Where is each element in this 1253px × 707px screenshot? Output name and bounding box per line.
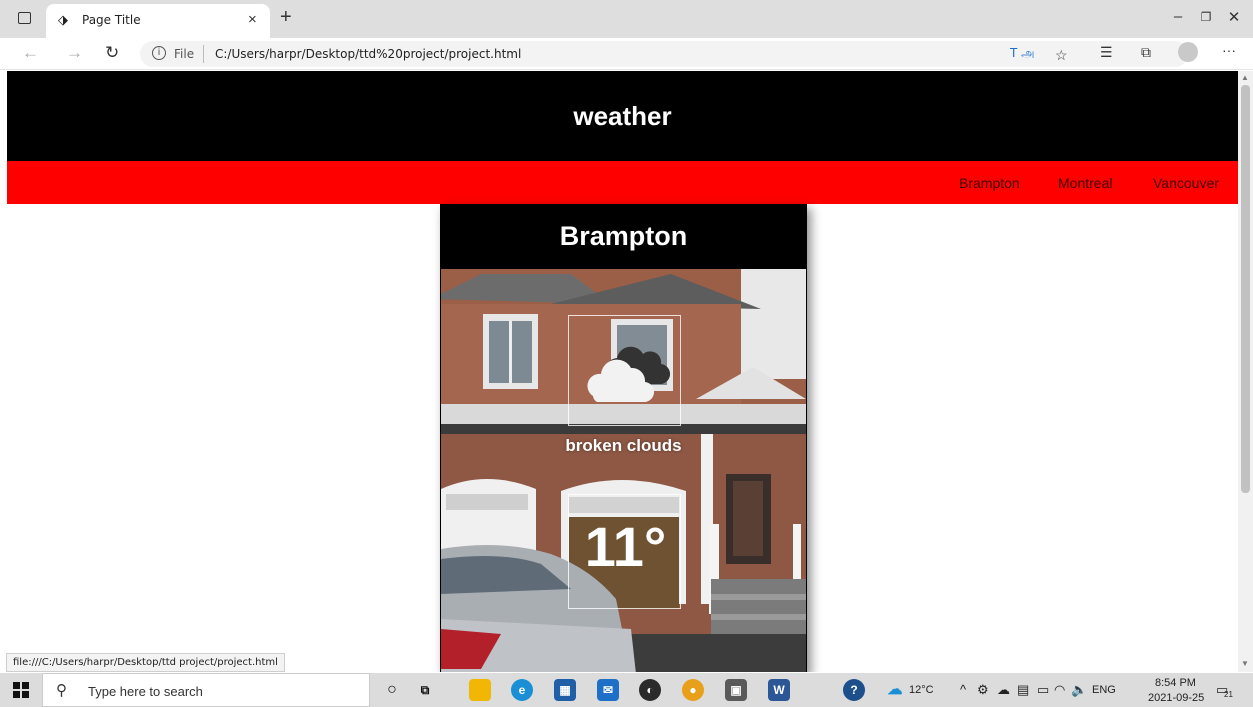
weather-description: broken clouds <box>565 436 682 455</box>
tab-title: Page Title <box>82 13 141 27</box>
nav-link-brampton[interactable]: Brampton <box>959 175 1020 191</box>
weather-card: Brampton broken clouds 11° <box>440 204 807 672</box>
battery-icon[interactable]: ▭ <box>1037 682 1049 698</box>
add-favorite-icon[interactable]: ☆ <box>1055 47 1068 64</box>
tray-app-icon[interactable]: ⚙ <box>977 682 989 698</box>
page-favicon-icon: ⬗ <box>58 12 68 27</box>
favorites-icon[interactable]: ☰ <box>1100 44 1113 61</box>
tab-actions-icon[interactable] <box>18 12 31 24</box>
city-nav: Brampton Montreal Vancouver <box>7 161 1238 204</box>
new-tab-icon[interactable]: + <box>280 6 292 29</box>
onedrive-icon[interactable]: ☁ <box>997 682 1010 698</box>
vertical-scrollbar[interactable]: ▲ ▼ <box>1238 71 1253 672</box>
windows-taskbar: ⚲ Type here to search ○ ⧉ e ▦ ✉ ◐ ● ▣ W … <box>0 673 1253 707</box>
tray-overflow-icon[interactable]: ^ <box>960 682 966 697</box>
page-viewport: weather Brampton Montreal Vancouver Bram… <box>7 71 1238 672</box>
search-icon: ⚲ <box>56 682 67 699</box>
tab-close-icon[interactable]: × <box>248 11 257 28</box>
word-icon[interactable]: W <box>768 679 790 701</box>
url-divider <box>203 45 204 63</box>
url-field[interactable]: i File C:/Users/harpr/Desktop/ttd%20proj… <box>140 41 1188 67</box>
nav-link-montreal[interactable]: Montreal <box>1058 175 1112 191</box>
collections-icon[interactable]: ⧉ <box>1141 44 1151 61</box>
app-window-icon[interactable]: ▣ <box>725 679 747 701</box>
link-status-tooltip: file:///C:/Users/harpr/Desktop/ttd proje… <box>6 653 285 672</box>
temperature-value: 11° <box>584 515 667 578</box>
volume-icon[interactable]: 🔈 <box>1071 682 1087 698</box>
scrollbar-thumb[interactable] <box>1241 85 1250 493</box>
site-title: weather <box>573 101 672 131</box>
back-icon[interactable]: ← <box>22 43 39 63</box>
file-explorer-icon[interactable] <box>469 679 491 701</box>
tray-display-icon[interactable]: ▤ <box>1017 682 1029 698</box>
input-language[interactable]: ENG <box>1092 684 1116 696</box>
broken-clouds-icon <box>587 346 671 403</box>
cortana-icon[interactable]: ○ <box>381 679 403 701</box>
help-icon[interactable]: ? <box>843 679 865 701</box>
address-bar: ← → ↻ i File C:/Users/harpr/Desktop/ttd%… <box>0 38 1253 70</box>
city-background-photo: broken clouds 11° <box>441 269 806 672</box>
wifi-icon[interactable]: ◠ <box>1054 682 1065 698</box>
scroll-up-icon[interactable]: ▲ <box>1241 73 1249 82</box>
url-scheme: File <box>174 47 195 61</box>
store-icon[interactable]: ▦ <box>554 679 576 701</box>
clock-time[interactable]: 8:54 PM <box>1155 677 1196 689</box>
taskbar-search[interactable]: ⚲ Type here to search <box>42 673 370 707</box>
nav-link-vancouver[interactable]: Vancouver <box>1153 175 1219 191</box>
read-aloud-icon[interactable]: T அ <box>1010 46 1034 62</box>
temperature-frame: 11° <box>568 494 681 609</box>
app-circle-icon[interactable]: ◐ <box>639 679 661 701</box>
tray-temperature[interactable]: 12°C <box>909 684 934 696</box>
minimize-icon[interactable]: – <box>1168 8 1188 25</box>
more-options-icon[interactable]: ··· <box>1222 42 1236 58</box>
edge-browser-icon[interactable]: e <box>511 679 533 701</box>
chrome-icon[interactable]: ● <box>682 679 704 701</box>
info-icon[interactable]: i <box>152 46 166 60</box>
clock-date[interactable]: 2021-09-25 <box>1148 692 1204 704</box>
mail-icon[interactable]: ✉ <box>597 679 619 701</box>
refresh-icon[interactable]: ↻ <box>105 43 119 63</box>
scroll-down-icon[interactable]: ▼ <box>1241 659 1249 668</box>
windows-start-icon[interactable] <box>13 682 29 698</box>
weather-icon-frame <box>568 315 681 426</box>
url-text[interactable]: C:/Users/harpr/Desktop/ttd%20project/pro… <box>215 47 521 61</box>
browser-tab-bar: ⬗ Page Title × + – ❐ ✕ <box>0 0 1253 38</box>
site-header: weather <box>7 71 1238 161</box>
profile-avatar[interactable] <box>1178 42 1198 62</box>
notification-count: 21 <box>1224 690 1233 699</box>
task-view-icon[interactable]: ⧉ <box>414 679 436 701</box>
browser-tab[interactable]: ⬗ Page Title × <box>46 4 270 38</box>
window-close-icon[interactable]: ✕ <box>1224 8 1244 26</box>
forward-icon[interactable]: → <box>66 43 83 63</box>
card-city-name: Brampton <box>559 221 688 251</box>
search-placeholder: Type here to search <box>88 684 203 699</box>
restore-icon[interactable]: ❐ <box>1196 10 1216 24</box>
weather-tray-icon[interactable]: ☁ <box>884 679 906 701</box>
